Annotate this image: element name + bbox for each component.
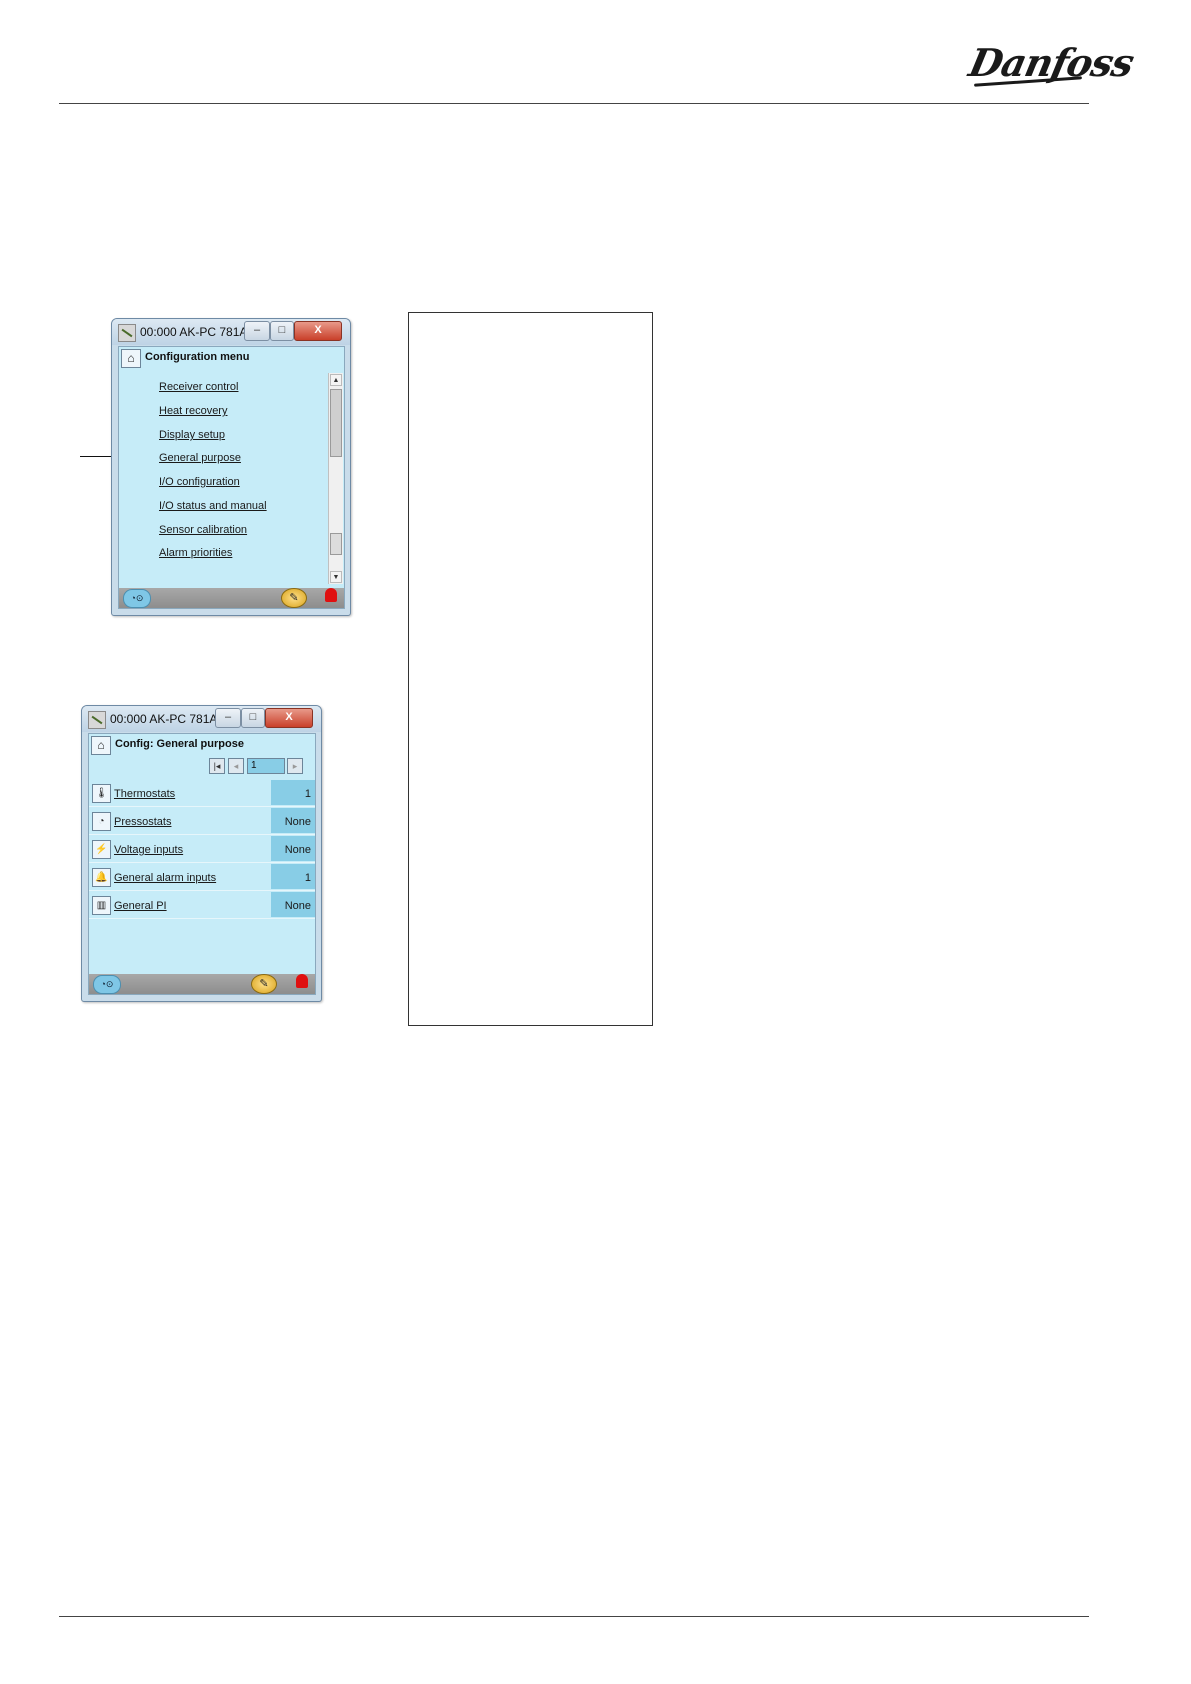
menu-scrollbar[interactable]: ▲ ▼ <box>328 373 343 584</box>
menu-title: Configuration menu <box>145 351 250 363</box>
row-label[interactable]: General PI <box>114 900 167 912</box>
page-number-field[interactable]: 1 <box>247 758 285 774</box>
row-label[interactable]: Voltage inputs <box>114 844 183 856</box>
row-label[interactable]: Pressostats <box>114 816 171 828</box>
next-page-button[interactable]: ▸ <box>287 758 303 774</box>
minimize-button[interactable]: – <box>244 321 270 341</box>
menu-item-heat-recovery[interactable]: Heat recovery <box>159 405 227 417</box>
maximize-button[interactable]: □ <box>241 708 265 728</box>
wrench-icon[interactable]: ✎ <box>251 974 277 994</box>
row-label[interactable]: Thermostats <box>114 788 175 800</box>
menu-item-receiver-control[interactable]: Receiver control <box>159 381 238 393</box>
alarm-input-icon: 🔔 <box>92 868 111 887</box>
row-value[interactable]: None <box>271 892 315 917</box>
window-statusbar: ◔⊙ ✎ <box>89 974 315 994</box>
scroll-up-button[interactable]: ▲ <box>330 374 342 386</box>
menu-item-alarm-priorities[interactable]: Alarm priorities <box>159 547 232 559</box>
window-statusbar: ◔⊙ ✎ <box>119 588 344 608</box>
status-icon[interactable]: ◔⊙ <box>123 589 151 608</box>
window-title: 00:000 AK-PC 781A <box>110 712 218 726</box>
window-titlebar: 00:000 AK-PC 781A – □ X <box>82 706 321 732</box>
configuration-menu-window: 00:000 AK-PC 781A – □ X ⌂ Configuration … <box>111 318 351 616</box>
pressostat-icon: ◔ <box>92 812 111 831</box>
thermostat-icon: 🌡 <box>92 784 111 803</box>
config-title: Config: General purpose <box>115 738 244 750</box>
home-icon[interactable]: ⌂ <box>121 349 141 368</box>
annotation-text-box <box>408 312 653 1026</box>
alarm-bell-icon[interactable] <box>296 974 308 988</box>
config-header: ⌂ Config: General purpose <box>89 734 315 756</box>
voltage-input-icon: ⚡ <box>92 840 111 859</box>
pi-controller-icon: ▥ <box>92 896 111 915</box>
row-value[interactable]: 1 <box>271 864 315 889</box>
scroll-track-lower[interactable] <box>330 533 342 555</box>
table-row[interactable]: ◔ Pressostats None <box>89 808 315 835</box>
window-client-area: ⌂ Configuration menu Receiver control He… <box>118 346 345 609</box>
table-row[interactable]: 🌡 Thermostats 1 <box>89 780 315 807</box>
danfoss-logo: Danfoss <box>965 36 1137 92</box>
home-icon[interactable]: ⌂ <box>91 736 111 755</box>
table-row[interactable]: ⚡ Voltage inputs None <box>89 836 315 863</box>
minimize-button[interactable]: – <box>215 708 241 728</box>
row-value[interactable]: None <box>271 836 315 861</box>
menu-item-display-setup[interactable]: Display setup <box>159 429 225 441</box>
table-row[interactable]: ▥ General PI None <box>89 892 315 919</box>
window-titlebar: 00:000 AK-PC 781A – □ X <box>112 319 350 345</box>
menu-header: ⌂ Configuration menu <box>119 347 344 369</box>
app-icon <box>88 711 106 729</box>
menu-item-io-configuration[interactable]: I/O configuration <box>159 476 240 488</box>
general-purpose-window: 00:000 AK-PC 781A – □ X ⌂ Config: Genera… <box>81 705 322 1002</box>
row-value[interactable]: 1 <box>271 780 315 805</box>
row-label[interactable]: General alarm inputs <box>114 872 216 884</box>
row-value[interactable]: None <box>271 808 315 833</box>
window-client-area: ⌂ Config: General purpose |◂ ◂ 1 ▸ 🌡 The… <box>88 733 316 995</box>
window-title: 00:000 AK-PC 781A <box>140 325 248 339</box>
wrench-icon[interactable]: ✎ <box>281 588 307 608</box>
header-rule <box>59 103 1089 104</box>
status-icon[interactable]: ◔⊙ <box>93 975 121 994</box>
menu-item-general-purpose[interactable]: General purpose <box>159 452 241 464</box>
table-row[interactable]: 🔔 General alarm inputs 1 <box>89 864 315 891</box>
menu-item-io-status-and-manual[interactable]: I/O status and manual <box>159 500 267 512</box>
menu-item-sensor-calibration[interactable]: Sensor calibration <box>159 524 247 536</box>
scroll-thumb[interactable] <box>330 389 342 457</box>
first-page-button[interactable]: |◂ <box>209 758 225 774</box>
prev-page-button[interactable]: ◂ <box>228 758 244 774</box>
maximize-button[interactable]: □ <box>270 321 294 341</box>
alarm-bell-icon[interactable] <box>325 588 337 602</box>
app-icon <box>118 324 136 342</box>
close-button[interactable]: X <box>294 321 342 341</box>
footer-rule <box>59 1616 1089 1617</box>
scroll-down-button[interactable]: ▼ <box>330 571 342 583</box>
close-button[interactable]: X <box>265 708 313 728</box>
